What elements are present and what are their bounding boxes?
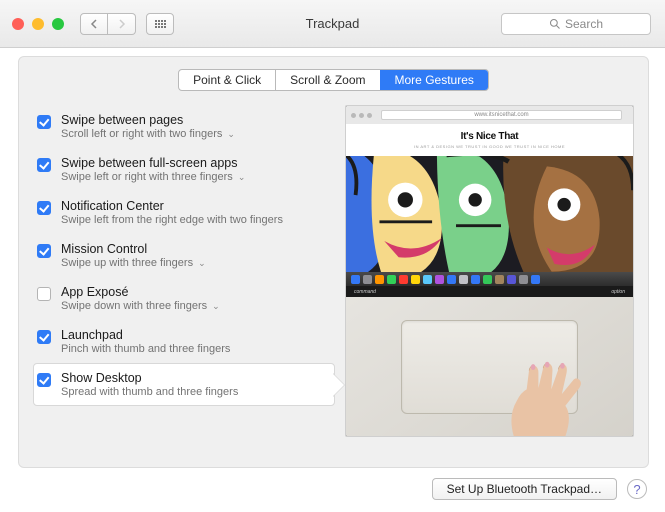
option-label: Notification Center xyxy=(61,199,283,213)
checkbox-launchpad[interactable] xyxy=(37,330,51,344)
option-mission-control[interactable]: Mission Control Swipe up with three fing… xyxy=(33,234,335,277)
option-swipe-pages[interactable]: Swipe between pages Scroll left or right… xyxy=(33,105,335,148)
window-title: Trackpad xyxy=(306,16,360,31)
chevron-down-icon: ⌄ xyxy=(238,172,246,183)
forward-button[interactable] xyxy=(108,13,136,35)
show-all-button[interactable] xyxy=(146,13,174,35)
option-label: Show Desktop xyxy=(61,371,238,385)
back-button[interactable] xyxy=(80,13,108,35)
checkbox-swipe-pages[interactable] xyxy=(37,115,51,129)
option-desc-dropdown[interactable]: Swipe left or right with three fingers⌄ xyxy=(61,171,245,183)
chevron-down-icon: ⌄ xyxy=(227,129,235,140)
option-app-expose[interactable]: App Exposé Swipe down with three fingers… xyxy=(33,277,335,320)
search-placeholder: Search xyxy=(565,17,603,31)
zoom-window-button[interactable] xyxy=(52,18,64,30)
close-window-button[interactable] xyxy=(12,18,24,30)
preview-url: www.itsnicethat.com xyxy=(381,110,622,120)
option-notification-center[interactable]: Notification Center Swipe left from the … xyxy=(33,191,335,234)
preview-artwork xyxy=(346,156,633,272)
preview-trackarea xyxy=(346,297,633,436)
checkbox-swipe-fullscreen[interactable] xyxy=(37,158,51,172)
minimize-window-button[interactable] xyxy=(32,18,44,30)
option-label: Swipe between pages xyxy=(61,113,235,127)
nav-buttons xyxy=(80,13,136,35)
search-input[interactable]: Search xyxy=(501,13,651,35)
checkbox-notification-center[interactable] xyxy=(37,201,51,215)
gesture-options-list: Swipe between pages Scroll left or right… xyxy=(33,105,335,437)
option-label: Launchpad xyxy=(61,328,230,342)
traffic-lights xyxy=(0,18,64,30)
option-show-desktop[interactable]: Show Desktop Spread with thumb and three… xyxy=(33,363,335,406)
gesture-preview: www.itsnicethat.com It's Nice That IN AR… xyxy=(345,105,634,437)
checkbox-mission-control[interactable] xyxy=(37,244,51,258)
option-label: App Exposé xyxy=(61,285,220,299)
preview-hand xyxy=(457,360,629,436)
option-desc: Spread with thumb and three fingers xyxy=(61,386,238,398)
option-swipe-fullscreen[interactable]: Swipe between full-screen apps Swipe lef… xyxy=(33,148,335,191)
setup-bluetooth-button[interactable]: Set Up Bluetooth Trackpad… xyxy=(432,478,617,500)
preview-browser-chrome: www.itsnicethat.com xyxy=(346,106,633,124)
option-desc-dropdown[interactable]: Swipe down with three fingers⌄ xyxy=(61,300,220,312)
option-desc-dropdown[interactable]: Swipe up with three fingers⌄ xyxy=(61,257,206,269)
tab-segmented-control: Point & Click Scroll & Zoom More Gesture… xyxy=(178,69,489,91)
option-label: Mission Control xyxy=(61,242,206,256)
preview-dock xyxy=(346,272,633,286)
tab-point-click[interactable]: Point & Click xyxy=(179,70,275,90)
chevron-down-icon: ⌄ xyxy=(212,301,220,312)
option-desc: Swipe left from the right edge with two … xyxy=(61,214,283,226)
checkbox-app-expose[interactable] xyxy=(37,287,51,301)
tab-scroll-zoom[interactable]: Scroll & Zoom xyxy=(275,70,379,90)
search-icon xyxy=(549,18,561,30)
help-button[interactable]: ? xyxy=(627,479,647,499)
option-desc-dropdown[interactable]: Scroll left or right with two fingers⌄ xyxy=(61,128,235,140)
chevron-down-icon: ⌄ xyxy=(198,258,206,269)
tab-more-gestures[interactable]: More Gestures xyxy=(380,70,488,90)
preview-page-header: It's Nice That IN ART & DESIGN WE TRUST … xyxy=(346,124,633,156)
option-label: Swipe between full-screen apps xyxy=(61,156,245,170)
option-launchpad[interactable]: Launchpad Pinch with thumb and three fin… xyxy=(33,320,335,363)
grid-icon xyxy=(155,20,166,28)
main-panel: Point & Click Scroll & Zoom More Gesture… xyxy=(18,56,649,468)
checkbox-show-desktop[interactable] xyxy=(37,373,51,387)
preview-keycaps: command option xyxy=(346,286,633,297)
option-desc: Pinch with thumb and three fingers xyxy=(61,343,230,355)
titlebar: Trackpad Search xyxy=(0,0,665,48)
